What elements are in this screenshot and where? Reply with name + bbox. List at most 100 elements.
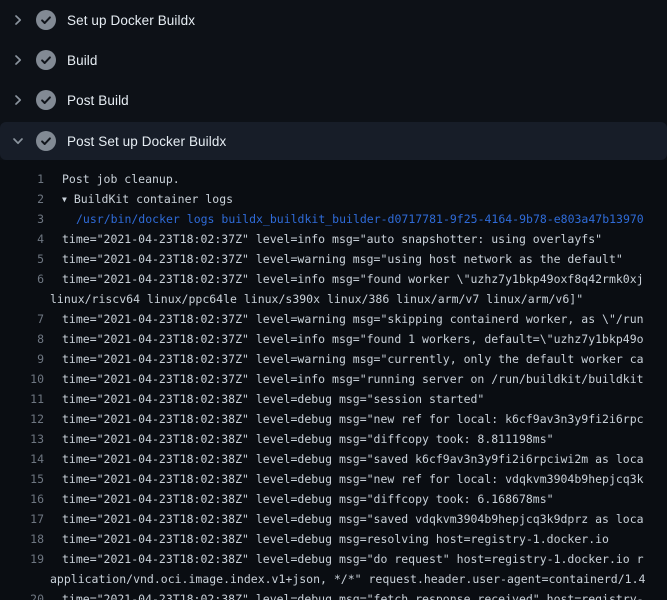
log-text: time="2021-04-23T18:02:37Z" level=info m… [62, 372, 644, 386]
log-line: 10 ▼time="2021-04-23T18:02:37Z" level=in… [0, 369, 667, 389]
log-line: 12 ▼time="2021-04-23T18:02:38Z" level=de… [0, 409, 667, 429]
log-line-number[interactable]: 9 [0, 349, 44, 369]
log-line-text: ▼time="2021-04-23T18:02:37Z" level=info … [62, 229, 602, 249]
log-text: application/vnd.oci.image.index.v1+json,… [50, 572, 645, 586]
log-text: time="2021-04-23T18:02:38Z" level=debug … [62, 592, 644, 600]
log-line-number[interactable]: 19 [0, 549, 44, 569]
log-text: time="2021-04-23T18:02:38Z" level=debug … [62, 492, 554, 506]
log-line-number[interactable]: 15 [0, 469, 44, 489]
log-line: 5 ▼time="2021-04-23T18:02:37Z" level=war… [0, 249, 667, 269]
log-text: time="2021-04-23T18:02:38Z" level=debug … [62, 472, 644, 486]
log-line: 4 ▼time="2021-04-23T18:02:37Z" level=inf… [0, 229, 667, 249]
log-text: time="2021-04-23T18:02:37Z" level=info m… [62, 272, 644, 286]
log-text: time="2021-04-23T18:02:38Z" level=debug … [62, 412, 644, 426]
chevron-right-icon[interactable] [10, 92, 26, 108]
log-line: 3 ▼/usr/bin/docker logs buildx_buildkit_… [0, 209, 667, 229]
log-line-text: ▼time="2021-04-23T18:02:38Z" level=debug… [62, 409, 644, 429]
log-text: time="2021-04-23T18:02:38Z" level=debug … [62, 512, 644, 526]
log-line: ▼linux/riscv64 linux/ppc64le linux/s390x… [0, 289, 667, 309]
log-text: Post job cleanup. [62, 172, 180, 186]
step-row-2[interactable]: Post Build [0, 80, 667, 120]
log-text: time="2021-04-23T18:02:37Z" level=info m… [62, 332, 644, 346]
log-line-text: ▼linux/riscv64 linux/ppc64le linux/s390x… [50, 289, 583, 309]
log-line-text: ▼ BuildKit container logs [62, 189, 233, 209]
log-line-text: ▼time="2021-04-23T18:02:37Z" level=info … [62, 269, 644, 289]
log-line-text: ▼time="2021-04-23T18:02:38Z" level=debug… [62, 509, 644, 529]
step-row-3[interactable]: Post Set up Docker Buildx [0, 122, 667, 160]
log-line-number[interactable]: 5 [0, 249, 44, 269]
log-line-text: ▼time="2021-04-23T18:02:38Z" level=debug… [62, 389, 484, 409]
log-line-number[interactable]: 17 [0, 509, 44, 529]
log-line: 20 ▼time="2021-04-23T18:02:38Z" level=de… [0, 589, 667, 600]
log-line: 18 ▼time="2021-04-23T18:02:38Z" level=de… [0, 529, 667, 549]
log-line-number[interactable]: 1 [0, 169, 44, 189]
log-text: time="2021-04-23T18:02:37Z" level=warnin… [62, 352, 644, 366]
log-line: 14 ▼time="2021-04-23T18:02:38Z" level=de… [0, 449, 667, 469]
log-text: time="2021-04-23T18:02:37Z" level=info m… [62, 232, 602, 246]
log-line: 8 ▼time="2021-04-23T18:02:37Z" level=inf… [0, 329, 667, 349]
log-line-number[interactable] [0, 569, 44, 589]
log-line-text: ▼time="2021-04-23T18:02:37Z" level=info … [62, 329, 644, 349]
log-text: time="2021-04-23T18:02:37Z" level=warnin… [62, 312, 644, 326]
log-text: time="2021-04-23T18:02:38Z" level=debug … [62, 532, 609, 546]
step-label: Post Set up Docker Buildx [67, 134, 226, 149]
log-line-number[interactable]: 13 [0, 429, 44, 449]
log-line-number[interactable]: 6 [0, 269, 44, 289]
log-line: 9 ▼time="2021-04-23T18:02:37Z" level=war… [0, 349, 667, 369]
log-line-number[interactable]: 16 [0, 489, 44, 509]
log-text: time="2021-04-23T18:02:38Z" level=debug … [62, 552, 644, 566]
log-line-text: ▼time="2021-04-23T18:02:37Z" level=warni… [62, 349, 644, 369]
log-line-number[interactable]: 14 [0, 449, 44, 469]
log-line: 7 ▼time="2021-04-23T18:02:37Z" level=war… [0, 309, 667, 329]
log-text: time="2021-04-23T18:02:38Z" level=debug … [62, 432, 554, 446]
log-line-number[interactable]: 3 [0, 209, 44, 229]
log-line: 1 ▼Post job cleanup. [0, 169, 667, 189]
steps-list: Set up Docker Buildx Build Post Build [0, 0, 667, 160]
log-line: 15 ▼time="2021-04-23T18:02:38Z" level=de… [0, 469, 667, 489]
step-row-0[interactable]: Set up Docker Buildx [0, 0, 667, 40]
log-line-text: ▼time="2021-04-23T18:02:38Z" level=debug… [62, 489, 554, 509]
log-line: 17 ▼time="2021-04-23T18:02:38Z" level=de… [0, 509, 667, 529]
log-line-number[interactable]: 4 [0, 229, 44, 249]
actions-log-viewer: Set up Docker Buildx Build Post Build [0, 0, 667, 600]
log-line-text: ▼/usr/bin/docker logs buildx_buildkit_bu… [76, 209, 644, 229]
log-line-text: ▼time="2021-04-23T18:02:38Z" level=debug… [62, 529, 609, 549]
step-label: Post Build [67, 93, 129, 108]
log-line: 16 ▼time="2021-04-23T18:02:38Z" level=de… [0, 489, 667, 509]
step-label: Build [67, 53, 98, 68]
collapse-triangle-icon[interactable]: ▼ [62, 195, 67, 204]
log-text: time="2021-04-23T18:02:37Z" level=warnin… [62, 252, 623, 266]
chevron-right-icon[interactable] [10, 12, 26, 28]
log-line: 2 ▼ BuildKit container logs [0, 189, 667, 209]
log-line: 19 ▼time="2021-04-23T18:02:38Z" level=de… [0, 549, 667, 569]
log-line-text: ▼time="2021-04-23T18:02:38Z" level=debug… [62, 589, 644, 600]
log-area: 1 ▼Post job cleanup. 2 ▼ BuildKit contain… [0, 160, 667, 600]
chevron-right-icon[interactable] [10, 52, 26, 68]
log-line-number[interactable]: 12 [0, 409, 44, 429]
log-line-text: ▼time="2021-04-23T18:02:38Z" level=debug… [62, 429, 554, 449]
log-line-number[interactable] [0, 289, 44, 309]
log-line-number[interactable]: 2 [0, 189, 44, 209]
log-text: BuildKit container logs [74, 192, 233, 206]
log-line-text: ▼time="2021-04-23T18:02:38Z" level=debug… [62, 449, 644, 469]
log-text: time="2021-04-23T18:02:38Z" level=debug … [62, 392, 484, 406]
log-line-number[interactable]: 11 [0, 389, 44, 409]
log-text: linux/riscv64 linux/ppc64le linux/s390x … [50, 292, 583, 306]
log-line-number[interactable]: 20 [0, 589, 44, 600]
log-line-number[interactable]: 10 [0, 369, 44, 389]
log-line-number[interactable]: 18 [0, 529, 44, 549]
log-line: 11 ▼time="2021-04-23T18:02:38Z" level=de… [0, 389, 667, 409]
success-check-icon [36, 10, 56, 30]
log-line-text: ▼Post job cleanup. [62, 169, 180, 189]
log-line-number[interactable]: 8 [0, 329, 44, 349]
log-line-text: ▼time="2021-04-23T18:02:37Z" level=info … [62, 369, 644, 389]
log-line: 6 ▼time="2021-04-23T18:02:37Z" level=inf… [0, 269, 667, 289]
log-line-text: ▼time="2021-04-23T18:02:37Z" level=warni… [62, 249, 623, 269]
step-row-1[interactable]: Build [0, 40, 667, 80]
log-text: time="2021-04-23T18:02:38Z" level=debug … [62, 452, 644, 466]
log-line-text: ▼time="2021-04-23T18:02:38Z" level=debug… [62, 549, 644, 569]
step-label: Set up Docker Buildx [67, 13, 195, 28]
chevron-down-icon[interactable] [10, 133, 26, 149]
log-line-number[interactable]: 7 [0, 309, 44, 329]
log-line-text: ▼time="2021-04-23T18:02:37Z" level=warni… [62, 309, 644, 329]
